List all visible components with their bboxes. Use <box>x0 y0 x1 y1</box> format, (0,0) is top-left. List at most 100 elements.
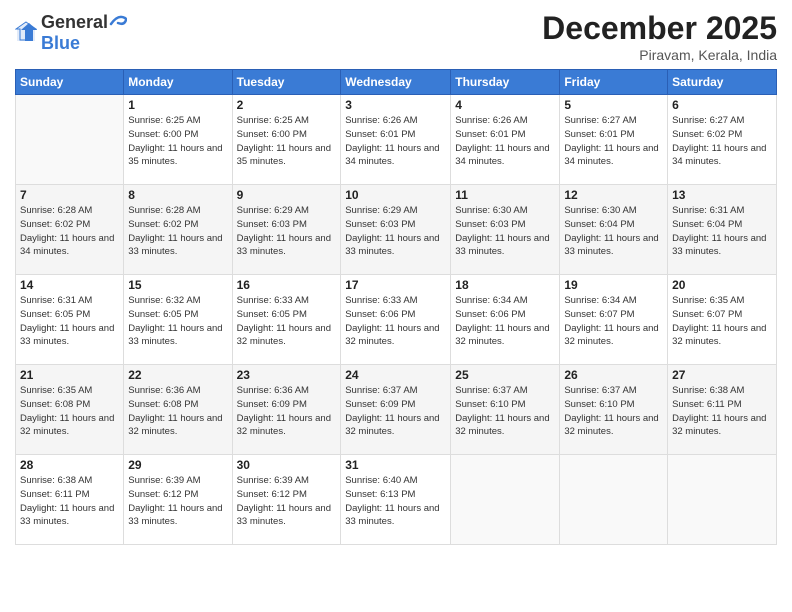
day-info: Sunrise: 6:30 AM Sunset: 6:03 PM Dayligh… <box>455 204 555 259</box>
calendar-cell <box>16 95 124 185</box>
calendar-week-row: 1 Sunrise: 6:25 AM Sunset: 6:00 PM Daylig… <box>16 95 777 185</box>
calendar-table: SundayMondayTuesdayWednesdayThursdayFrid… <box>15 69 777 545</box>
header: General Blue December 2025 Piravam, Kera… <box>15 10 777 63</box>
calendar-cell: 7Sunrise: 6:28 AM Sunset: 6:02 PM Daylig… <box>16 185 124 275</box>
calendar-cell: 23 Sunrise: 6:36 AM Sunset: 6:09 PM Dayli… <box>232 365 341 455</box>
calendar-cell: 10 Sunrise: 6:29 AM Sunset: 6:03 PM Dayli… <box>341 185 451 275</box>
day-number: 14 <box>20 278 119 292</box>
day-number: 31 <box>345 458 446 472</box>
calendar-cell <box>451 455 560 545</box>
calendar-cell: 30 Sunrise: 6:39 AM Sunset: 6:12 PM Dayli… <box>232 455 341 545</box>
day-number: 13 <box>672 188 772 202</box>
day-number: 2 <box>237 98 337 112</box>
calendar-cell: 29 Sunrise: 6:39 AM Sunset: 6:12 PM Dayli… <box>124 455 232 545</box>
title-block: December 2025 Piravam, Kerala, India <box>542 10 777 63</box>
calendar-header-row: SundayMondayTuesdayWednesdayThursdayFrid… <box>16 70 777 95</box>
calendar-cell: 25 Sunrise: 6:37 AM Sunset: 6:10 PM Dayli… <box>451 365 560 455</box>
day-info: Sunrise: 6:37 AM Sunset: 6:09 PM Dayligh… <box>345 384 446 439</box>
day-number: 8 <box>128 188 227 202</box>
day-info: Sunrise: 6:38 AM Sunset: 6:11 PM Dayligh… <box>20 474 119 529</box>
logo-icon <box>15 21 37 43</box>
calendar-cell <box>560 455 668 545</box>
day-info: Sunrise: 6:37 AM Sunset: 6:10 PM Dayligh… <box>455 384 555 439</box>
logo-blue: Blue <box>41 33 80 53</box>
day-number: 4 <box>455 98 555 112</box>
calendar-day-header: Friday <box>560 70 668 95</box>
day-info: Sunrise: 6:33 AM Sunset: 6:05 PM Dayligh… <box>237 294 337 349</box>
day-number: 6 <box>672 98 772 112</box>
calendar-cell <box>668 455 777 545</box>
day-info: Sunrise: 6:34 AM Sunset: 6:07 PM Dayligh… <box>564 294 663 349</box>
day-number: 16 <box>237 278 337 292</box>
day-number: 22 <box>128 368 227 382</box>
day-number: 15 <box>128 278 227 292</box>
day-info: Sunrise: 6:28 AM Sunset: 6:02 PM Dayligh… <box>128 204 227 259</box>
day-number: 9 <box>237 188 337 202</box>
calendar-day-header: Saturday <box>668 70 777 95</box>
logo-swoosh <box>109 10 127 28</box>
day-number: 11 <box>455 188 555 202</box>
day-info: Sunrise: 6:29 AM Sunset: 6:03 PM Dayligh… <box>237 204 337 259</box>
day-info: Sunrise: 6:29 AM Sunset: 6:03 PM Dayligh… <box>345 204 446 259</box>
day-info: Sunrise: 6:25 AM Sunset: 6:00 PM Dayligh… <box>128 114 227 169</box>
day-number: 21 <box>20 368 119 382</box>
day-info: Sunrise: 6:34 AM Sunset: 6:06 PM Dayligh… <box>455 294 555 349</box>
calendar-cell: 19 Sunrise: 6:34 AM Sunset: 6:07 PM Dayli… <box>560 275 668 365</box>
day-info: Sunrise: 6:27 AM Sunset: 6:02 PM Dayligh… <box>672 114 772 169</box>
calendar-cell: 3 Sunrise: 6:26 AM Sunset: 6:01 PM Daylig… <box>341 95 451 185</box>
calendar-cell: 27Sunrise: 6:38 AM Sunset: 6:11 PM Dayli… <box>668 365 777 455</box>
day-info: Sunrise: 6:26 AM Sunset: 6:01 PM Dayligh… <box>345 114 446 169</box>
calendar-cell: 12 Sunrise: 6:30 AM Sunset: 6:04 PM Dayli… <box>560 185 668 275</box>
day-info: Sunrise: 6:25 AM Sunset: 6:00 PM Dayligh… <box>237 114 337 169</box>
calendar-cell: 18 Sunrise: 6:34 AM Sunset: 6:06 PM Dayli… <box>451 275 560 365</box>
day-number: 30 <box>237 458 337 472</box>
calendar-cell: 8 Sunrise: 6:28 AM Sunset: 6:02 PM Daylig… <box>124 185 232 275</box>
day-number: 1 <box>128 98 227 112</box>
day-number: 5 <box>564 98 663 112</box>
day-number: 3 <box>345 98 446 112</box>
day-number: 23 <box>237 368 337 382</box>
day-info: Sunrise: 6:36 AM Sunset: 6:09 PM Dayligh… <box>237 384 337 439</box>
calendar-cell: 15 Sunrise: 6:32 AM Sunset: 6:05 PM Dayli… <box>124 275 232 365</box>
day-info: Sunrise: 6:33 AM Sunset: 6:06 PM Dayligh… <box>345 294 446 349</box>
calendar-week-row: 7Sunrise: 6:28 AM Sunset: 6:02 PM Daylig… <box>16 185 777 275</box>
day-info: Sunrise: 6:37 AM Sunset: 6:10 PM Dayligh… <box>564 384 663 439</box>
calendar-cell: 28 Sunrise: 6:38 AM Sunset: 6:11 PM Dayli… <box>16 455 124 545</box>
day-number: 28 <box>20 458 119 472</box>
calendar-day-header: Thursday <box>451 70 560 95</box>
day-info: Sunrise: 6:39 AM Sunset: 6:12 PM Dayligh… <box>128 474 227 529</box>
day-info: Sunrise: 6:39 AM Sunset: 6:12 PM Dayligh… <box>237 474 337 529</box>
day-number: 10 <box>345 188 446 202</box>
calendar-cell: 17 Sunrise: 6:33 AM Sunset: 6:06 PM Dayli… <box>341 275 451 365</box>
day-number: 26 <box>564 368 663 382</box>
day-info: Sunrise: 6:30 AM Sunset: 6:04 PM Dayligh… <box>564 204 663 259</box>
day-info: Sunrise: 6:32 AM Sunset: 6:05 PM Dayligh… <box>128 294 227 349</box>
calendar-cell: 5 Sunrise: 6:27 AM Sunset: 6:01 PM Daylig… <box>560 95 668 185</box>
calendar-cell: 21Sunrise: 6:35 AM Sunset: 6:08 PM Dayli… <box>16 365 124 455</box>
day-info: Sunrise: 6:26 AM Sunset: 6:01 PM Dayligh… <box>455 114 555 169</box>
logo: General Blue <box>15 10 127 54</box>
day-number: 29 <box>128 458 227 472</box>
day-number: 20 <box>672 278 772 292</box>
day-number: 19 <box>564 278 663 292</box>
calendar-cell: 2 Sunrise: 6:25 AM Sunset: 6:00 PM Daylig… <box>232 95 341 185</box>
day-info: Sunrise: 6:38 AM Sunset: 6:11 PM Dayligh… <box>672 384 772 439</box>
calendar-cell: 1 Sunrise: 6:25 AM Sunset: 6:00 PM Daylig… <box>124 95 232 185</box>
calendar-week-row: 14Sunrise: 6:31 AM Sunset: 6:05 PM Dayli… <box>16 275 777 365</box>
calendar-cell: 16 Sunrise: 6:33 AM Sunset: 6:05 PM Dayli… <box>232 275 341 365</box>
day-info: Sunrise: 6:28 AM Sunset: 6:02 PM Dayligh… <box>20 204 119 259</box>
calendar-cell: 14Sunrise: 6:31 AM Sunset: 6:05 PM Dayli… <box>16 275 124 365</box>
calendar-cell: 24Sunrise: 6:37 AM Sunset: 6:09 PM Dayli… <box>341 365 451 455</box>
calendar-cell: 6 Sunrise: 6:27 AM Sunset: 6:02 PM Daylig… <box>668 95 777 185</box>
day-number: 12 <box>564 188 663 202</box>
day-number: 18 <box>455 278 555 292</box>
day-info: Sunrise: 6:27 AM Sunset: 6:01 PM Dayligh… <box>564 114 663 169</box>
day-number: 17 <box>345 278 446 292</box>
day-number: 25 <box>455 368 555 382</box>
calendar-week-row: 28 Sunrise: 6:38 AM Sunset: 6:11 PM Dayli… <box>16 455 777 545</box>
day-info: Sunrise: 6:35 AM Sunset: 6:07 PM Dayligh… <box>672 294 772 349</box>
calendar-cell: 13Sunrise: 6:31 AM Sunset: 6:04 PM Dayli… <box>668 185 777 275</box>
calendar-day-header: Wednesday <box>341 70 451 95</box>
day-info: Sunrise: 6:40 AM Sunset: 6:13 PM Dayligh… <box>345 474 446 529</box>
calendar-cell: 31 Sunrise: 6:40 AM Sunset: 6:13 PM Dayli… <box>341 455 451 545</box>
